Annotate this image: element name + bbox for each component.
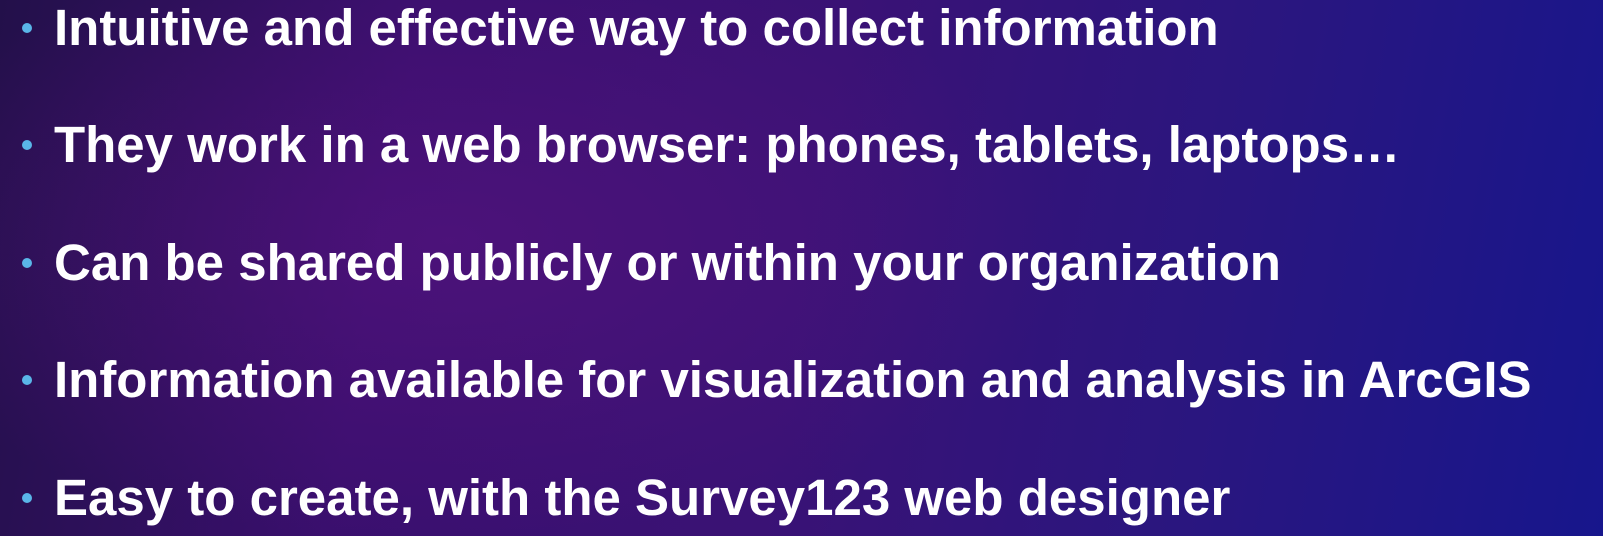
- bullet-text: Easy to create, with the Survey123 web d…: [54, 469, 1231, 526]
- bullet-item: Information available for visualization …: [0, 350, 1603, 410]
- presentation-slide: Intuitive and effective way to collect i…: [0, 0, 1603, 536]
- bullet-item: Intuitive and effective way to collect i…: [0, 0, 1603, 58]
- bullet-dot-icon: [22, 23, 32, 33]
- bullet-text: They work in a web browser: phones, tabl…: [54, 116, 1401, 173]
- bullet-dot-icon: [22, 493, 32, 503]
- bullet-dot-icon: [22, 258, 32, 268]
- bullet-item: Easy to create, with the Survey123 web d…: [0, 468, 1603, 528]
- bullet-item: They work in a web browser: phones, tabl…: [0, 115, 1603, 175]
- bullet-item: Can be shared publicly or within your or…: [0, 233, 1603, 293]
- bullet-text: Can be shared publicly or within your or…: [54, 234, 1281, 291]
- bullet-dot-icon: [22, 140, 32, 150]
- bullet-text: Intuitive and effective way to collect i…: [54, 0, 1219, 56]
- bullet-text: Information available for visualization …: [54, 351, 1532, 408]
- bullet-dot-icon: [22, 375, 32, 385]
